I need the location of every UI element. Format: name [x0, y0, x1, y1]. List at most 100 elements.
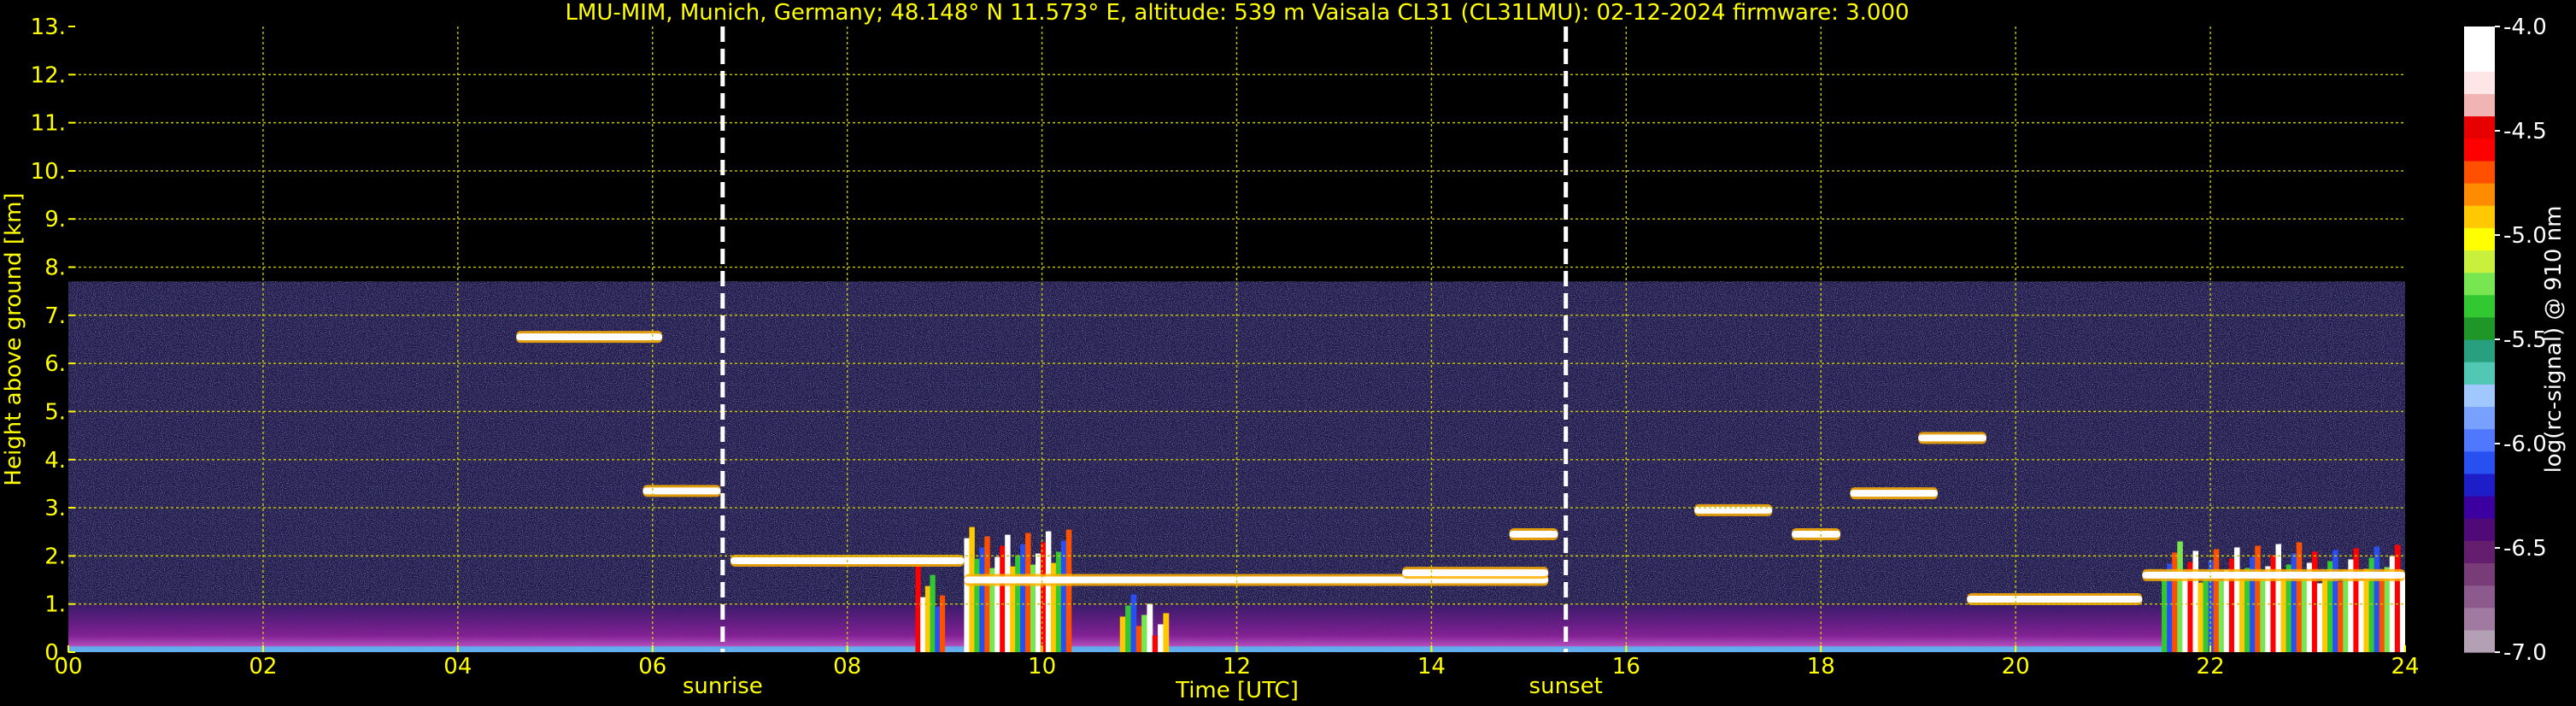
colorbar-label: log(rc-signal) @ 910 nm: [2541, 206, 2567, 474]
precipitation-strip: [930, 574, 936, 652]
precipitation-strip: [979, 547, 985, 652]
colorbar-segment: [2464, 316, 2495, 340]
colorbar-segment: [2464, 250, 2495, 274]
precipitation-strip: [2322, 572, 2328, 652]
y-tick-label: 11.: [31, 111, 66, 137]
x-tick-label: 18: [1807, 654, 1835, 680]
precipitation-strip: [2353, 548, 2359, 652]
precipitation-strip: [974, 558, 980, 652]
precipitation-strip: [1141, 615, 1147, 652]
colorbar-segment: [2464, 294, 2495, 318]
precipitation-strip: [2182, 573, 2188, 652]
y-tick-label: 2.: [44, 544, 66, 569]
precipitation-strip: [2316, 583, 2323, 652]
precipitation-strip: [1025, 532, 1031, 652]
precipitation-strip: [2203, 571, 2209, 652]
precipitation-strip: [1130, 594, 1137, 652]
x-tick-label: 20: [2002, 654, 2030, 680]
precipitation-strip: [924, 585, 931, 652]
ceilometer-figure: sunrise sunset 00 02 04 06 08 10 12 14 16 18 20 22 24…: [1, 0, 2567, 703]
colorbar-segment: [2464, 93, 2495, 117]
precipitation-strip: [2394, 544, 2401, 652]
colorbar-segment: [2464, 272, 2495, 296]
y-tick-label: 4.: [44, 448, 66, 474]
y-tick-label: 13.: [31, 15, 66, 40]
precipitation-strip: [2239, 579, 2245, 652]
precipitation-strip: [1020, 544, 1026, 652]
colorbar-segment: [2464, 160, 2495, 184]
cloud-core: [1850, 490, 1938, 497]
precipitation-strip: [935, 606, 941, 652]
precipitation-strip: [2275, 544, 2282, 652]
y-tick-label: 0.: [44, 640, 66, 666]
chart-title: LMU-MIM, Munich, Germany; 48.148° N 11.5…: [565, 0, 1909, 26]
precipitation-strip: [2280, 575, 2287, 652]
precipitation-strip: [2260, 577, 2266, 652]
colorbar-segment: [2464, 339, 2495, 362]
x-tick-label: 16: [1612, 654, 1640, 680]
cloud-core: [516, 333, 663, 341]
precipitation-strip: [1135, 626, 1142, 652]
precipitation-strip: [1152, 635, 1159, 652]
precipitation-strip: [984, 536, 990, 652]
colorbar-segment: [2464, 183, 2495, 206]
precipitation-strip: [2363, 568, 2370, 652]
y-tick-label: 10.: [31, 159, 66, 185]
precipitation-strip: [2192, 550, 2199, 652]
colorbar-segment: [2464, 115, 2495, 139]
precipitation-strip: [2291, 553, 2297, 652]
precipitation-strip: [2338, 581, 2344, 652]
precipitation-strip: [1119, 616, 1126, 652]
cloud-core: [1402, 569, 1549, 577]
y-tick-label: 9.: [44, 207, 66, 232]
y-tick-label: 5.: [44, 399, 66, 425]
x-tick-label: 08: [833, 654, 861, 680]
x-tick-label: 24: [2391, 654, 2419, 680]
colorbar-segment: [2464, 362, 2495, 385]
colorbar-segment: [2464, 227, 2495, 251]
cloud-layer: [2142, 568, 2405, 581]
precipitation-strip: [1147, 603, 1153, 652]
colorbar-segment: [2464, 629, 2495, 653]
x-tick-label: 02: [249, 654, 277, 680]
precipitation-strip: [2213, 549, 2220, 652]
precipitation-strip: [1045, 531, 1052, 652]
colorbar-ticks: -4.0-4.5-5.0-5.5-6.0-6.5-7.0: [2495, 15, 2547, 666]
x-tick-label: 06: [638, 654, 666, 680]
cloud-layer: [1509, 528, 1558, 541]
cloud-core: [2142, 571, 2405, 579]
precipitation-strip: [2255, 545, 2261, 652]
cloud-layer: [1402, 567, 1549, 580]
precipitation-strip: [2374, 546, 2380, 652]
precipitation-strip: [2301, 574, 2308, 652]
x-tick-label: 10: [1028, 654, 1056, 680]
x-axis-label: Time [UTC]: [1175, 678, 1299, 703]
precipitation-strip: [2296, 542, 2303, 652]
colorbar-segment: [2464, 496, 2495, 519]
cloud-layer: [643, 485, 721, 497]
colorbar-segment: [2464, 428, 2495, 452]
precipitation-strip: [2198, 582, 2204, 652]
colorbar-segment: [2464, 406, 2495, 430]
y-tick-label: 1.: [44, 592, 66, 618]
cloud-layer: [516, 331, 663, 344]
colorbar-tick-label: -6.5: [2503, 536, 2547, 562]
cloud-layer: [1792, 528, 1841, 541]
cloud-layer: [1694, 503, 1773, 516]
sunrise-label: sunrise: [683, 674, 763, 699]
colorbar: [2464, 26, 2495, 653]
sunset-label: sunset: [1529, 674, 1603, 699]
colorbar-segment: [2464, 71, 2495, 95]
precipitation-strip: [2343, 570, 2349, 652]
precipitation-strip: [2311, 551, 2318, 652]
precipitation-strip: [2177, 541, 2183, 652]
colorbar-segment: [2464, 384, 2495, 408]
precipitation-strip: [969, 527, 975, 652]
precipitation-strip: [2358, 580, 2365, 652]
precipitation-strip: [2162, 574, 2168, 652]
precipitation-strip: [2399, 576, 2405, 652]
precipitation-strip: [2233, 547, 2240, 652]
colorbar-segment: [2464, 518, 2495, 541]
precipitation-strip: [2172, 552, 2178, 652]
precipitation-strip: [1055, 551, 1062, 652]
